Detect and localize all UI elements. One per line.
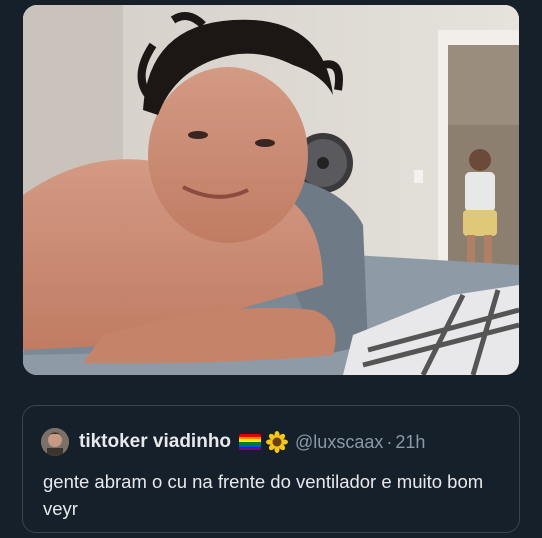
sunflower-icon <box>266 431 289 453</box>
display-name[interactable]: tiktoker viadinho <box>79 431 231 453</box>
separator-dot: · <box>386 431 393 452</box>
avatar[interactable] <box>41 428 69 456</box>
quoted-tweet[interactable]: tiktoker viadinho @luxscaax · 21h gente … <box>22 405 520 533</box>
photo-image <box>23 5 519 375</box>
user-handle[interactable]: @luxscaax <box>295 432 383 453</box>
timestamp[interactable]: 21h <box>395 432 425 453</box>
tweet-header: tiktoker viadinho @luxscaax · 21h <box>41 428 425 456</box>
tweet-text: gente abram o cu na frente do ventilador… <box>43 471 484 519</box>
tweet-photo[interactable] <box>23 5 519 375</box>
rainbow-flag-icon <box>239 434 262 450</box>
